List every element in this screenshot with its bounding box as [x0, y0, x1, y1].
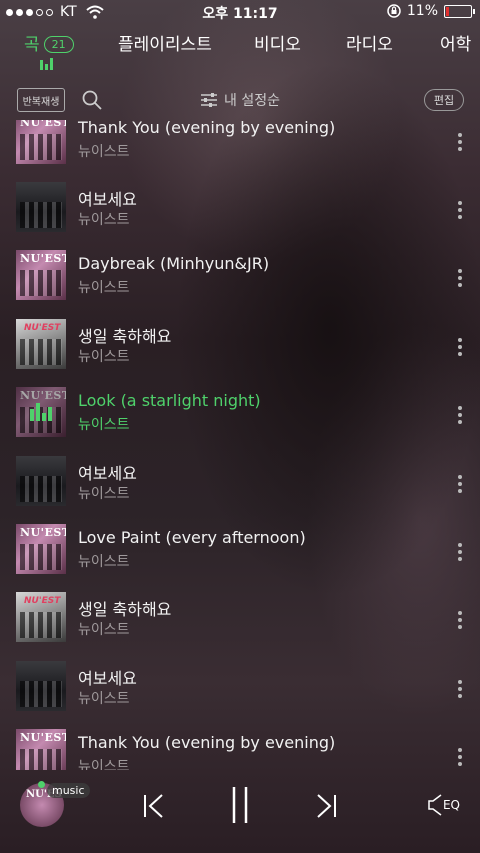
album-art: NU'EST [16, 120, 66, 164]
album-art [16, 182, 66, 232]
more-options-icon[interactable] [458, 201, 462, 219]
list-toolbar: 반복재생 내 설정순 편집 [0, 86, 480, 116]
category-tabs: 곡 21 플레이리스트 비디오 라디오 어학 [0, 30, 480, 70]
album-art: NU'EST [16, 250, 66, 300]
song-artist: 뉴이스트 [78, 554, 130, 570]
search-icon[interactable] [82, 90, 102, 110]
tab-video[interactable]: 비디오 [254, 30, 301, 55]
repeat-label: 반복재생 [22, 96, 60, 108]
more-options-icon[interactable] [458, 543, 462, 561]
previous-icon[interactable] [140, 791, 168, 821]
tab-label: 곡 [24, 35, 40, 55]
mini-player-status-dot [38, 781, 45, 788]
song-row[interactable]: 여보세요뉴이스트 [0, 450, 480, 518]
mini-player: NU'EST music EQ [0, 773, 480, 853]
song-row[interactable]: NU'EST 생일 축하해요뉴이스트 [0, 313, 480, 381]
more-options-icon[interactable] [458, 133, 462, 151]
edit-label: 편집 [433, 94, 455, 107]
album-logo: NU'EST [24, 323, 61, 333]
song-title: 여보세요 [78, 464, 137, 483]
song-count-badge: 21 [43, 36, 74, 53]
status-right: 11% [387, 3, 475, 19]
next-icon[interactable] [312, 791, 340, 821]
song-artist: 뉴이스트 [78, 417, 130, 433]
tab-radio[interactable]: 라디오 [346, 30, 393, 55]
song-title: Daybreak (Minhyun&JR) [78, 254, 270, 273]
album-photo [20, 202, 62, 228]
edit-button[interactable]: 편집 [424, 89, 464, 111]
battery-icon [444, 4, 475, 18]
repeat-button[interactable]: 반복재생 [17, 88, 65, 112]
album-photo [20, 134, 62, 160]
sort-label: 내 설정순 [224, 93, 280, 109]
more-options-icon[interactable] [458, 611, 462, 629]
song-row[interactable]: NU'EST Look (a starlight night) 뉴이스트 [0, 381, 480, 449]
album-logo: NU'EST [20, 731, 66, 744]
song-row[interactable]: NU'EST Daybreak (Minhyun&JR) 뉴이스트 [0, 244, 480, 312]
song-title: Thank You (evening by evening) [78, 120, 336, 137]
album-art [16, 456, 66, 506]
song-title: 생일 축하해요 [78, 327, 172, 346]
album-photo [20, 749, 62, 770]
sliders-icon [201, 93, 217, 107]
album-art: NU'EST [16, 319, 66, 369]
now-playing-indicator-icon [40, 58, 56, 70]
song-row[interactable]: NU'EST Thank You (evening by evening) 뉴이스트 [0, 120, 480, 176]
song-list: NU'EST Thank You (evening by evening) 뉴이스트… [0, 120, 480, 770]
song-artist: 뉴이스트 [78, 622, 130, 638]
song-artist: 뉴이스트 [78, 144, 130, 160]
song-row[interactable]: NU'EST Thank You (evening by evening) 뉴이스트 [0, 723, 480, 770]
song-title: Thank You (evening by evening) [78, 733, 336, 752]
status-bar: KT 오후 11:17 11% [0, 0, 480, 24]
song-artist: 뉴이스트 [78, 759, 130, 770]
more-options-icon[interactable] [458, 338, 462, 356]
album-logo: NU'EST [20, 526, 66, 539]
rotation-lock-icon [387, 4, 401, 18]
song-row[interactable]: 여보세요뉴이스트 [0, 655, 480, 723]
more-options-icon[interactable] [458, 475, 462, 493]
song-title: 생일 축하해요 [78, 600, 172, 619]
album-photo [20, 544, 62, 570]
playing-equalizer-icon [30, 403, 52, 421]
album-photo [20, 476, 62, 502]
song-title: Look (a starlight night) [78, 391, 261, 410]
song-title: Love Paint (every afternoon) [78, 528, 306, 547]
eq-label: EQ [442, 798, 460, 812]
battery-percent: 11% [406, 3, 438, 19]
pause-icon[interactable] [226, 785, 254, 825]
album-logo: NU'EST [20, 120, 66, 129]
album-photo [20, 681, 62, 707]
music-source-tag: music [47, 783, 90, 798]
tab-language[interactable]: 어학 [440, 30, 471, 55]
album-photo [20, 339, 62, 365]
more-options-icon[interactable] [458, 748, 462, 766]
more-options-icon[interactable] [458, 269, 462, 287]
song-artist: 뉴이스트 [78, 349, 130, 365]
song-artist: 뉴이스트 [78, 691, 130, 707]
more-options-icon[interactable] [458, 680, 462, 698]
album-logo: NU'EST [20, 389, 66, 402]
song-artist: 뉴이스트 [78, 486, 130, 502]
album-logo: NU'EST [24, 596, 61, 606]
song-row[interactable]: NU'EST 생일 축하해요뉴이스트 [0, 586, 480, 654]
tab-songs[interactable]: 곡 21 [24, 30, 74, 55]
more-options-icon[interactable] [458, 406, 462, 424]
song-artist: 뉴이스트 [78, 212, 130, 228]
song-row[interactable]: NU'EST Love Paint (every afternoon) 뉴이스트 [0, 518, 480, 586]
album-photo [20, 270, 62, 296]
eq-button[interactable]: EQ [427, 793, 460, 817]
song-artist: 뉴이스트 [78, 280, 130, 296]
album-logo: NU'EST [20, 252, 66, 265]
song-title: 여보세요 [78, 190, 137, 209]
album-art: NU'EST [16, 592, 66, 642]
speaker-icon [428, 794, 442, 816]
song-title: 여보세요 [78, 669, 137, 688]
song-row[interactable]: 여보세요뉴이스트 [0, 176, 480, 244]
tab-playlist[interactable]: 플레이리스트 [118, 30, 212, 55]
album-photo [20, 612, 62, 638]
album-art [16, 661, 66, 711]
album-art: NU'EST [16, 524, 66, 574]
album-art: NU'EST [16, 729, 66, 770]
sort-button[interactable]: 내 설정순 [200, 90, 280, 110]
